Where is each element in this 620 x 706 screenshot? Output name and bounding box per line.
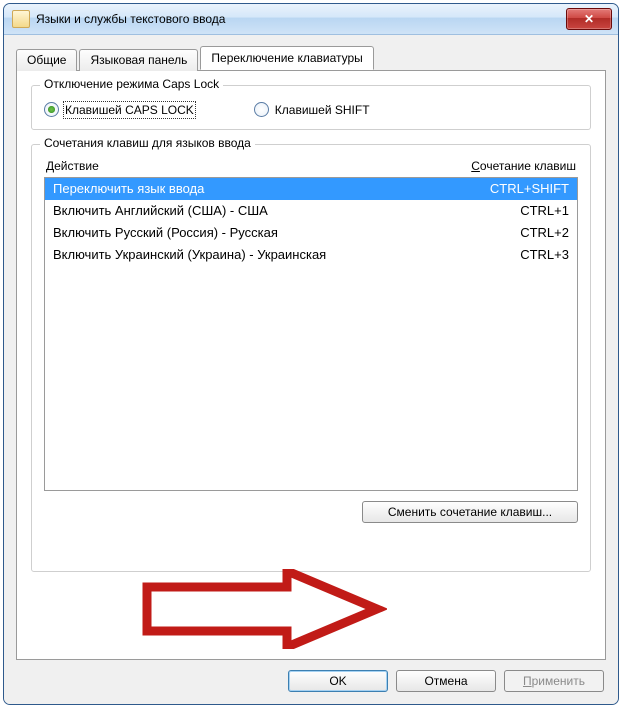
button-label: OK [329, 674, 346, 688]
col-action: Действие [46, 159, 416, 173]
hotkey-row[interactable]: Включить Украинский (Украина) - Украинск… [45, 244, 577, 266]
radio-icon [44, 102, 59, 117]
tab-label: Общие [27, 53, 66, 67]
button-label: Сменить сочетание клавиш... [388, 505, 552, 519]
hotkey-combo: CTRL+3 [459, 246, 569, 264]
hotkey-action: Включить Английский (США) - США [53, 202, 459, 220]
hotkey-row[interactable]: Переключить язык вводаCTRL+SHIFT [45, 178, 577, 200]
radio-group-capslock: Клавишей CAPS LOCK Клавишей SHIFT [44, 102, 578, 117]
col-combo: Сочетание клавиш [416, 159, 576, 173]
hotkey-combo: CTRL+1 [459, 202, 569, 220]
hotkey-row[interactable]: Включить Английский (США) - СШАCTRL+1 [45, 200, 577, 222]
list-header: Действие Сочетание клавиш [38, 159, 584, 173]
title-bar: Языки и службы текстового ввода ✕ [4, 4, 618, 35]
button-label: Отмена [424, 674, 467, 688]
radio-shift-key[interactable]: Клавишей SHIFT [254, 102, 370, 117]
tab-label: Переключение клавиатуры [211, 51, 362, 65]
hotkey-action: Включить Русский (Россия) - Русская [53, 224, 459, 242]
window-title: Языки и службы текстового ввода [36, 12, 566, 26]
tab-general[interactable]: Общие [16, 49, 77, 71]
client-area: Общие Языковая панель Переключение клави… [4, 35, 618, 704]
tab-label: Языковая панель [90, 53, 187, 67]
group-capslock-off: Отключение режима Caps Lock Клавишей CAP… [31, 85, 591, 130]
hotkey-row[interactable]: Включить Русский (Россия) - РусскаяCTRL+… [45, 222, 577, 244]
hotkey-combo: CTRL+SHIFT [459, 180, 569, 198]
tab-strip: Общие Языковая панель Переключение клави… [16, 47, 606, 70]
group-legend: Сочетания клавиш для языков ввода [40, 136, 255, 150]
hotkey-combo: CTRL+2 [459, 224, 569, 242]
app-icon [12, 10, 30, 28]
tab-keyboard-switching[interactable]: Переключение клавиатуры [200, 46, 373, 70]
group-legend: Отключение режима Caps Lock [40, 77, 223, 91]
dialog-button-row: OK Отмена Применить [16, 660, 606, 694]
ok-button[interactable]: OK [288, 670, 388, 692]
close-icon: ✕ [584, 12, 594, 26]
radio-capslock-key[interactable]: Клавишей CAPS LOCK [44, 102, 194, 117]
radio-label: Клавишей CAPS LOCK [65, 103, 194, 117]
apply-button: Применить [504, 670, 604, 692]
radio-label: Клавишей SHIFT [275, 103, 370, 117]
hotkey-list[interactable]: Переключить язык вводаCTRL+SHIFTВключить… [44, 177, 578, 491]
tab-language-bar[interactable]: Языковая панель [79, 49, 198, 71]
hotkey-action: Переключить язык ввода [53, 180, 459, 198]
dialog-window: Языки и службы текстового ввода ✕ Общие … [3, 3, 619, 705]
cancel-button[interactable]: Отмена [396, 670, 496, 692]
tab-page-switching: Отключение режима Caps Lock Клавишей CAP… [16, 70, 606, 660]
close-button[interactable]: ✕ [566, 8, 612, 30]
change-hotkey-button[interactable]: Сменить сочетание клавиш... [362, 501, 578, 523]
group-hotkeys: Сочетания клавиш для языков ввода Действ… [31, 144, 591, 572]
radio-icon [254, 102, 269, 117]
button-label: Применить [523, 674, 585, 688]
hotkey-action: Включить Украинский (Украина) - Украинск… [53, 246, 459, 264]
annotation-arrow-icon [137, 569, 387, 649]
